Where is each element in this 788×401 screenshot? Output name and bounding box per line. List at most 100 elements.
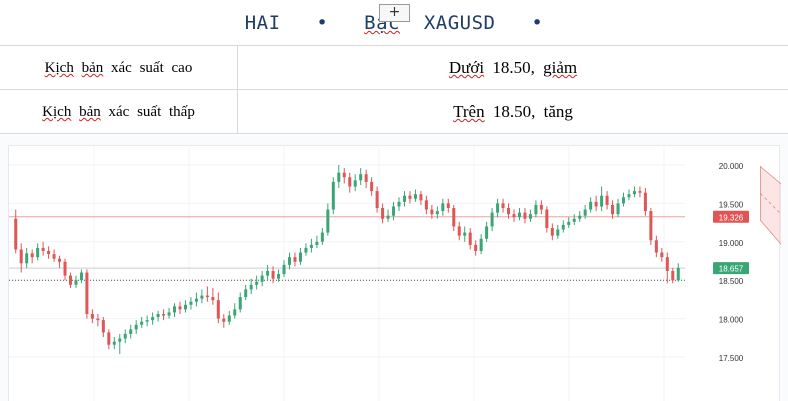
candle-body (550, 227, 554, 236)
candle-body (468, 232, 472, 245)
scenario-row-high: Kịch bản xác suất cao Dưới 18.50, giảm (0, 46, 788, 90)
candle-body (517, 212, 521, 218)
candle-body (611, 204, 615, 215)
candle-body (572, 218, 576, 222)
candle-body (600, 195, 604, 207)
candle-body (353, 180, 357, 187)
candle-body (649, 211, 653, 241)
candle-body (96, 318, 100, 321)
candle-body (381, 208, 385, 219)
price-chart[interactable]: 20.000 19.500 19.000 18.500 18.000 17.500 19.3… (9, 146, 788, 401)
candle-body (676, 267, 680, 281)
word: cao (171, 60, 193, 76)
chart-frame[interactable]: 20.000 19.500 19.000 18.500 18.000 17.500 19.3… (8, 145, 788, 401)
candle-body (320, 232, 324, 242)
y-tick-label: 18.000 (719, 316, 744, 325)
candle-body (408, 195, 412, 199)
candle-body (30, 253, 34, 258)
candle-body (561, 224, 565, 230)
candle-body (457, 226, 461, 236)
candle-body (41, 247, 45, 252)
candle-body (107, 332, 111, 345)
candle-body (337, 172, 341, 182)
candle-body (134, 324, 138, 330)
candle-body (266, 270, 270, 276)
candle-body (375, 191, 379, 209)
scenario-value: Trên 18.50, tăng (238, 90, 788, 134)
candle-body (19, 249, 23, 264)
candle-body (304, 247, 308, 253)
scenario-label: Kịch bản xác suất cao (0, 46, 238, 90)
candle-body (671, 270, 675, 281)
candle-body (112, 341, 116, 345)
candle-body (129, 329, 133, 334)
candle-body (567, 221, 571, 225)
candle-body (47, 251, 51, 255)
candle-body (397, 201, 401, 207)
candle-body (282, 264, 286, 275)
candle-body (507, 208, 511, 215)
candle-body (200, 295, 204, 299)
candle-body (496, 203, 500, 213)
candle-body (288, 257, 292, 265)
y-tick-label: 19.000 (719, 239, 744, 248)
y-tick-label: 18.500 (719, 277, 744, 286)
candle-body (534, 204, 538, 215)
candle-body (277, 274, 281, 279)
candle-body (441, 203, 445, 212)
candle-body (293, 257, 297, 262)
add-button[interactable]: + (379, 4, 410, 22)
candle-body (446, 203, 450, 209)
word: suất (139, 60, 164, 76)
word: thấp (169, 104, 195, 120)
candle-body (52, 254, 56, 259)
scenario-label: Kịch bản xác suất thấp (0, 90, 238, 134)
candle-body (479, 238, 483, 252)
candle-body (14, 218, 18, 250)
candle-body (523, 212, 527, 219)
candle-body (665, 257, 669, 271)
candle-body (424, 200, 428, 210)
candle-body (501, 203, 505, 209)
candle-body (145, 320, 149, 322)
title-part3: XAGUSD (423, 12, 496, 34)
candle-body (118, 338, 122, 342)
word: xác (111, 60, 132, 76)
candle-body (430, 209, 434, 215)
candle-body (490, 212, 494, 227)
title-bullet: • (531, 12, 544, 34)
word: tăng (543, 102, 573, 121)
price-tag-label: 19.326 (719, 213, 744, 222)
price-tag-label: 18.657 (719, 265, 744, 274)
candle-body (589, 201, 593, 210)
candle-body (331, 181, 335, 210)
candle-body (309, 244, 313, 248)
candle-body (244, 289, 248, 298)
candle-body (222, 318, 226, 322)
candle-body (173, 306, 177, 313)
candle-body (205, 295, 209, 298)
candle-body (452, 208, 456, 227)
scenario-value: Dưới 18.50, giảm (238, 46, 788, 90)
candle-body (189, 301, 193, 305)
candle-body (512, 214, 516, 218)
candle-body (260, 275, 264, 282)
candle-body (594, 201, 598, 207)
candle-body (233, 309, 237, 316)
candle-body (632, 191, 636, 195)
candle-body (63, 261, 67, 276)
candle-body (211, 297, 215, 301)
candle-body (101, 320, 105, 333)
candle-body (315, 241, 319, 245)
candle-body (474, 244, 478, 252)
candle-body (255, 281, 259, 285)
candle-body (463, 232, 467, 236)
candle-body (162, 313, 166, 316)
candle-body (167, 312, 171, 316)
candle-body (249, 284, 253, 290)
candle-body (616, 203, 620, 215)
scenario-row-low: Kịch bản xác suất thấp Trên 18.50, tăng (0, 90, 788, 134)
candle-body (342, 172, 346, 178)
title-bullet: • (316, 12, 329, 34)
candle-body (413, 194, 417, 199)
